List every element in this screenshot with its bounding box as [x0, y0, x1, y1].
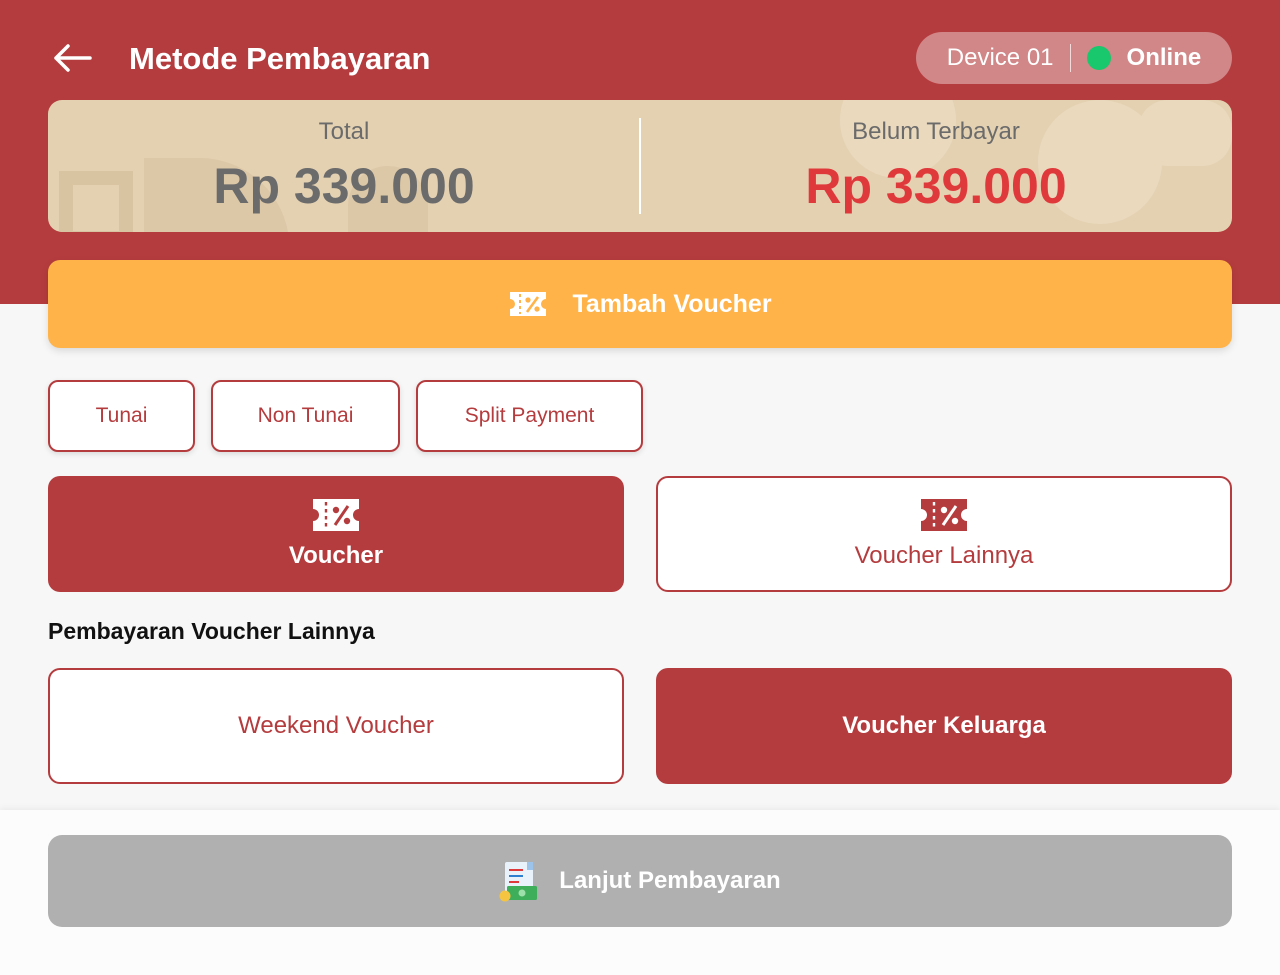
add-voucher-button[interactable]: Tambah Voucher — [48, 260, 1232, 348]
add-voucher-label: Tambah Voucher — [572, 289, 772, 318]
weekend-voucher-option[interactable]: Weekend Voucher — [48, 668, 624, 784]
total-section: Total Rp 339.000 — [48, 100, 640, 232]
continue-payment-label: Lanjut Pembayaran — [559, 867, 781, 894]
voucher-option-label: Voucher — [288, 542, 384, 569]
back-button[interactable] — [50, 38, 94, 78]
total-amount: Rp 339.000 — [213, 158, 475, 214]
unpaid-label: Belum Terbayar — [852, 118, 1020, 145]
continue-payment-button[interactable]: Lanjut Pembayaran — [48, 835, 1232, 927]
tab-non-tunai[interactable]: Non Tunai — [211, 380, 400, 452]
voucher-icon — [510, 292, 547, 316]
voucher-lainnya-option[interactable]: Voucher Lainnya — [656, 476, 1232, 592]
tab-tunai[interactable]: Tunai — [48, 380, 195, 452]
total-label: Total — [318, 118, 370, 145]
payment-summary-card: Total Rp 339.000 Belum Terbayar Rp 339.0… — [48, 100, 1232, 232]
online-status-dot — [1086, 46, 1111, 70]
pill-divider — [1069, 44, 1071, 72]
tab-split-payment[interactable]: Split Payment — [416, 380, 643, 452]
section-title: Pembayaran Voucher Lainnya — [48, 618, 375, 644]
voucher-keluarga-option[interactable]: Voucher Keluarga — [656, 668, 1232, 784]
receipt-money-icon — [499, 862, 538, 902]
arrow-left-icon — [54, 44, 92, 72]
unpaid-section: Belum Terbayar Rp 339.000 — [640, 100, 1232, 232]
voucher-lainnya-label: Voucher Lainnya — [854, 542, 1034, 569]
status-label: Online — [1126, 44, 1202, 71]
device-label: Device 01 — [946, 44, 1054, 71]
voucher-option[interactable]: Voucher — [48, 476, 624, 592]
unpaid-amount: Rp 339.000 — [805, 158, 1067, 214]
voucher-icon — [313, 499, 359, 531]
voucher-icon — [921, 499, 967, 531]
device-status-pill: Device 01 Online — [916, 32, 1232, 84]
page-title: Metode Pembayaran — [129, 41, 431, 76]
